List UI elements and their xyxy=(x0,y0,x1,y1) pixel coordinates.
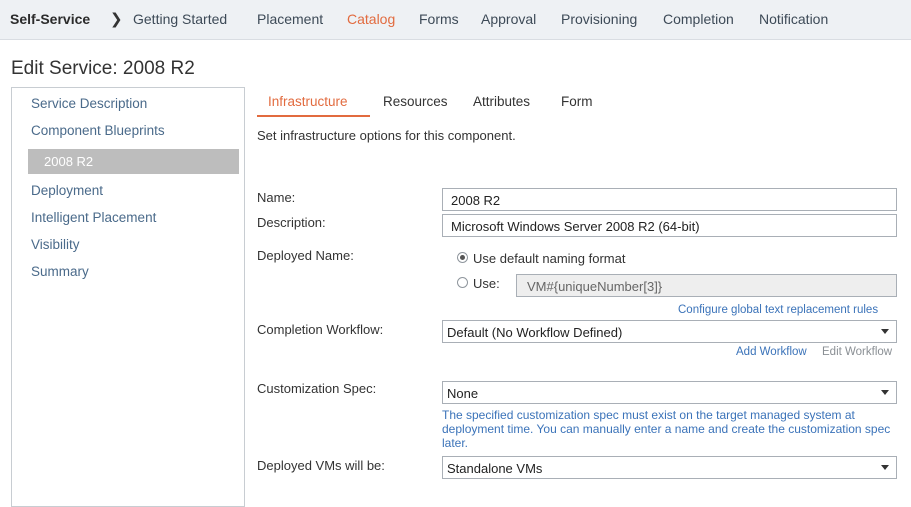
sidebar-item-deployment[interactable]: Deployment xyxy=(31,183,103,198)
tab-infrastructure[interactable]: Infrastructure xyxy=(268,94,348,109)
radio-default-naming[interactable] xyxy=(457,252,468,263)
radio-default-naming-label[interactable]: Use default naming format xyxy=(473,251,625,266)
radio-use-label[interactable]: Use: xyxy=(473,276,500,291)
description-label: Description: xyxy=(257,215,326,230)
completion-workflow-select[interactable]: Default (No Workflow Defined) xyxy=(442,320,897,343)
configure-text-replacement-link[interactable]: Configure global text replacement rules xyxy=(678,304,878,316)
nav-catalog[interactable]: Catalog xyxy=(347,11,395,27)
active-tab-indicator xyxy=(257,115,370,117)
sidebar: Service Description Component Blueprints… xyxy=(11,87,245,507)
sidebar-item-summary[interactable]: Summary xyxy=(31,264,89,279)
nav-notification[interactable]: Notification xyxy=(759,11,828,27)
sidebar-item-2008-r2[interactable]: 2008 R2 xyxy=(28,149,239,174)
customization-spec-label: Customization Spec: xyxy=(257,381,377,396)
dropdown-arrow-icon xyxy=(881,390,889,395)
custom-name-field[interactable]: VM#{uniqueNumber[3]} xyxy=(516,274,897,297)
sidebar-item-visibility[interactable]: Visibility xyxy=(31,237,80,252)
nav-completion[interactable]: Completion xyxy=(663,11,734,27)
chevron-right-icon: ❯ xyxy=(110,11,123,28)
sidebar-item-service-description[interactable]: Service Description xyxy=(31,96,147,111)
sidebar-item-component-blueprints[interactable]: Component Blueprints xyxy=(31,123,165,138)
deployed-vms-value: Standalone VMs xyxy=(447,461,543,476)
deployed-name-label: Deployed Name: xyxy=(257,248,354,263)
deployed-vms-label: Deployed VMs will be: xyxy=(257,458,385,473)
customization-help-text: The specified customization spec must ex… xyxy=(442,408,891,450)
nav-brand[interactable]: Self-Service xyxy=(10,11,90,27)
description-field[interactable]: Microsoft Windows Server 2008 R2 (64-bit… xyxy=(442,214,897,237)
tab-resources[interactable]: Resources xyxy=(383,94,448,109)
customization-spec-select[interactable]: None xyxy=(442,381,897,404)
name-label: Name: xyxy=(257,190,296,205)
tab-attributes[interactable]: Attributes xyxy=(473,94,530,109)
sidebar-item-label: 2008 R2 xyxy=(44,154,94,169)
nav-forms[interactable]: Forms xyxy=(419,11,459,27)
radio-use-custom[interactable] xyxy=(457,277,468,288)
nav-provisioning[interactable]: Provisioning xyxy=(561,11,637,27)
completion-workflow-value: Default (No Workflow Defined) xyxy=(447,325,623,340)
deployed-vms-select[interactable]: Standalone VMs xyxy=(442,456,897,479)
tab-form[interactable]: Form xyxy=(561,94,593,109)
dropdown-arrow-icon xyxy=(881,329,889,334)
sidebar-item-intelligent-placement[interactable]: Intelligent Placement xyxy=(31,210,156,225)
nav-placement[interactable]: Placement xyxy=(257,11,323,27)
page-title: Edit Service: 2008 R2 xyxy=(11,58,195,79)
edit-workflow-link: Edit Workflow xyxy=(822,346,893,358)
intro-text: Set infrastructure options for this comp… xyxy=(257,128,516,143)
add-workflow-link[interactable]: Add Workflow xyxy=(736,346,807,358)
nav-getting-started[interactable]: Getting Started xyxy=(133,11,227,27)
name-field[interactable]: 2008 R2 xyxy=(442,188,897,211)
top-nav-bar: Self-Service ❯ Getting Started Placement… xyxy=(0,0,911,40)
completion-workflow-label: Completion Workflow: xyxy=(257,322,384,337)
dropdown-arrow-icon xyxy=(881,465,889,470)
customization-spec-value: None xyxy=(447,386,479,401)
nav-approval[interactable]: Approval xyxy=(481,11,536,27)
